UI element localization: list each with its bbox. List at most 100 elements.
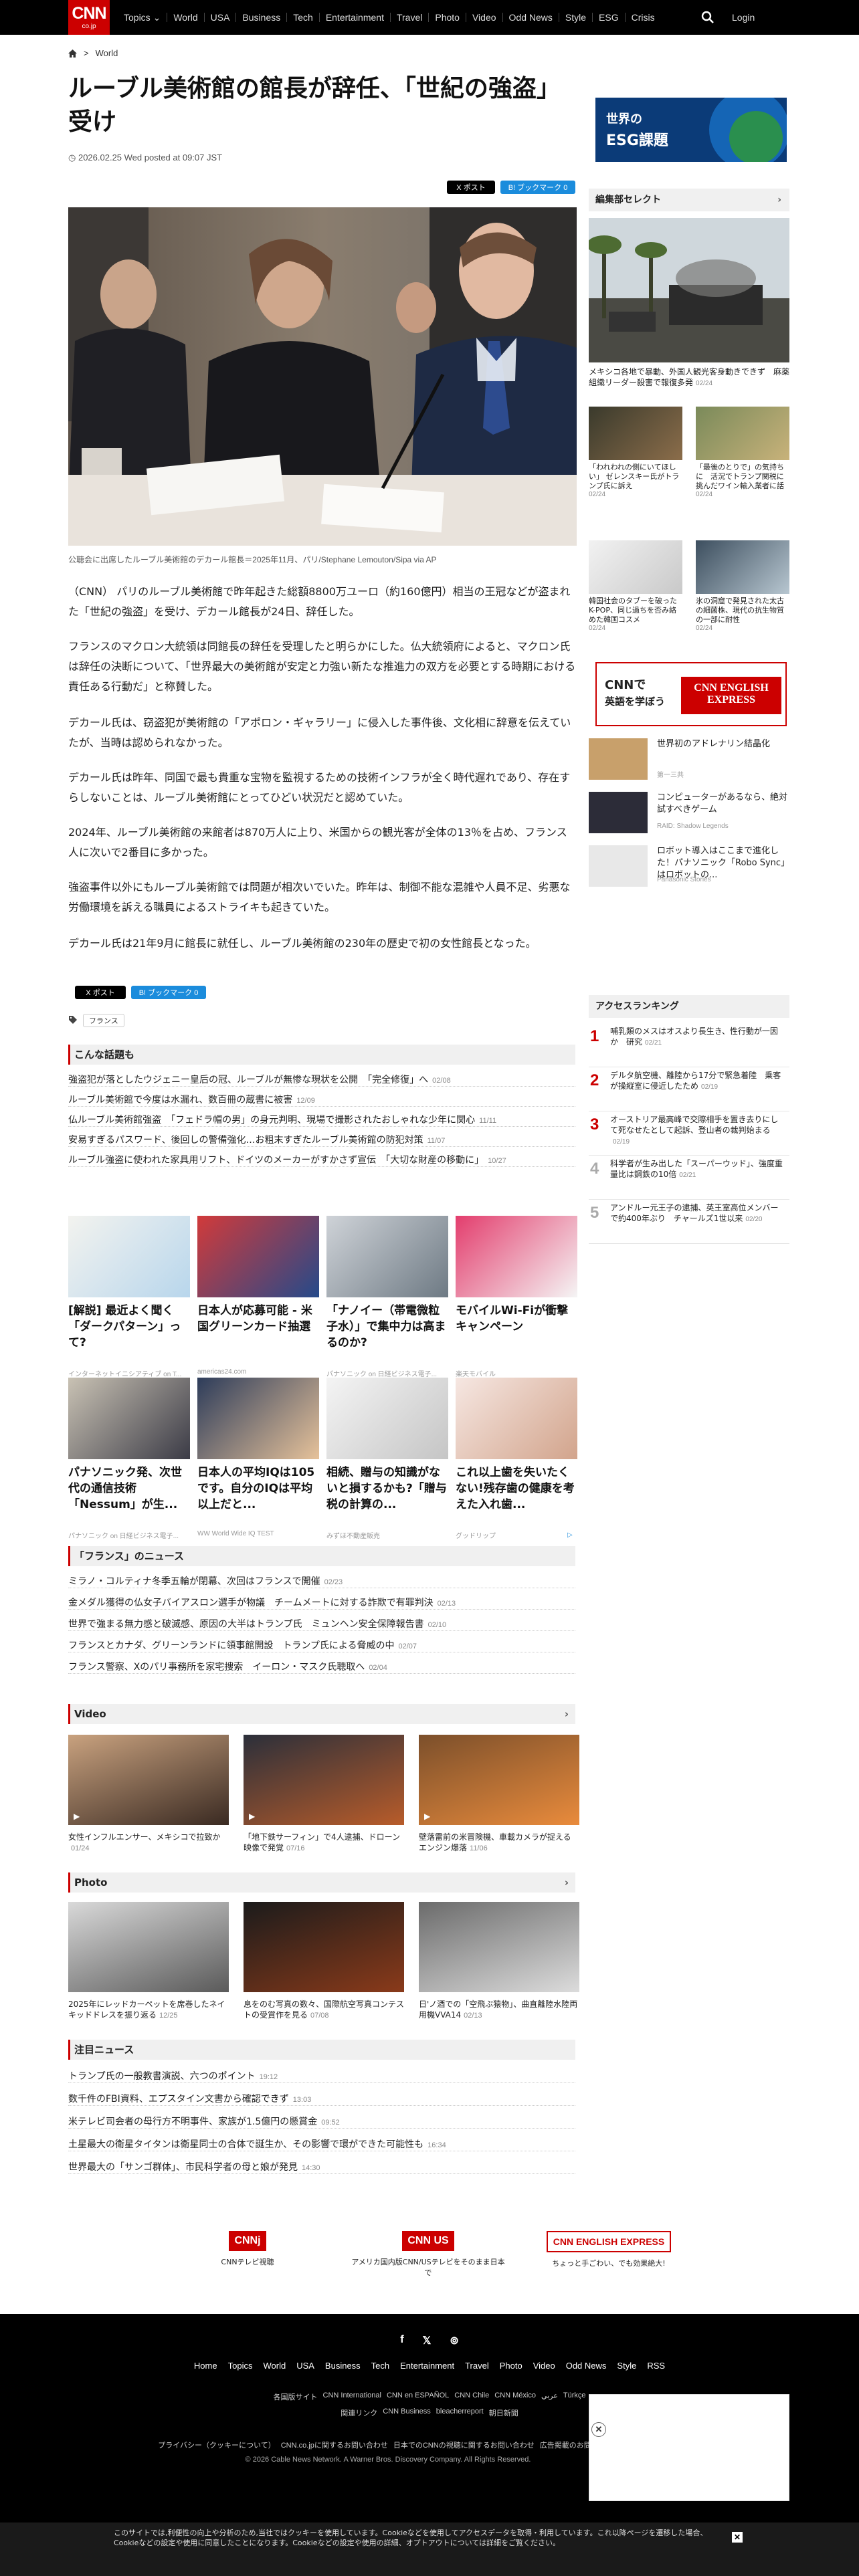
nav-item[interactable]: Tech <box>287 13 320 22</box>
editor-pick[interactable]: 「最後のとりで」の気持ちに 活況でトランプ関税に挑んだワイン輸入業者に話を聞く0… <box>696 407 789 498</box>
footer-nav-item[interactable]: Home <box>194 2361 217 2371</box>
photo-card[interactable]: 2025年にレッドカーペットを席巻したネイキッドドレスを振り返る 12/25 <box>68 1902 229 2020</box>
editor-pick[interactable]: 韓国社会のタブーを破ったK-POP、同じ過ちを否み絡めた韓国コスメ 02/24 <box>589 540 682 632</box>
cnn-logo[interactable]: CNN co.jp <box>68 0 110 35</box>
nav-item[interactable]: Video <box>466 13 503 22</box>
tag-france[interactable]: フランス <box>83 1014 124 1027</box>
sidebar-sponsored[interactable]: 世界初のアドレナリン結晶化 第一三共 <box>589 738 789 780</box>
home-icon[interactable] <box>68 49 77 58</box>
footer-country-link[interactable]: 各国版サイト <box>274 2391 318 2402</box>
footer-country-link[interactable]: CNN International <box>323 2391 381 2402</box>
sponsored-ad-card[interactable]: 日本人が応募可能 - 米国グリーンカード抽選 americas24.com <box>197 1216 319 1376</box>
x-post-button-bottom[interactable]: X ポスト <box>75 986 126 999</box>
cnn-us-promo[interactable]: CNN US アメリカ国内版CNN/USテレビをそのまま日本で <box>348 2231 508 2278</box>
featured-news-link[interactable]: 米テレビ司会者の母行方不明事件、家族が1.5億円の懸賞金 09:52 <box>68 2115 575 2129</box>
english-express-banner[interactable]: CNNで 英語を学ぼう CNN ENGLISH EXPRESS <box>595 662 787 726</box>
nav-item[interactable]: Style <box>559 13 593 22</box>
sponsored-ad-card[interactable]: モバイルWi-Fiが衝撃キャンペーン 楽天モバイル <box>456 1216 577 1378</box>
footer-nav-item[interactable]: Topics <box>228 2361 253 2371</box>
hatena-bookmark-button-bottom[interactable]: B! ブックマーク 0 <box>131 986 206 999</box>
featured-news-link[interactable]: 数千件のFBI資料、エプスタイン文書から確認できず 13:03 <box>68 2092 575 2106</box>
footer-country-link[interactable]: Türkçe <box>563 2391 586 2402</box>
hatena-bookmark-button[interactable]: B! ブックマーク 0 <box>500 181 575 194</box>
footer-nav-item[interactable]: Photo <box>500 2361 522 2371</box>
footer-country-link[interactable]: CNN Chile <box>454 2391 489 2402</box>
facebook-icon[interactable]: f <box>400 2334 403 2347</box>
bottom-ad-slot[interactable] <box>589 2394 789 2501</box>
footer-nav-item[interactable]: Style <box>617 2361 636 2371</box>
ranking-item[interactable]: 1 哺乳類のメスはオスより長生き、性行動が一因か 研究 02/21 <box>589 1023 789 1067</box>
footer-nav-item[interactable]: Business <box>325 2361 361 2371</box>
footer-country-link[interactable]: عربي <box>541 2391 558 2402</box>
rss-icon[interactable]: ⊚ <box>450 2334 458 2347</box>
nav-item[interactable]: USA <box>205 13 237 22</box>
footer-country-link[interactable]: CNN en ESPAÑOL <box>387 2391 449 2402</box>
nav-item[interactable]: Crisis <box>626 13 661 22</box>
footer-nav-item[interactable]: RSS <box>647 2361 665 2371</box>
related-link[interactable]: ルーブル美術館で今度は水漏れ、数百冊の蔵書に被害 12/09 <box>68 1093 575 1107</box>
ranking-item[interactable]: 2 デルタ航空機、離陸から17分で緊急着陸 乗客が操縦室に侵近したため 02/19 <box>589 1067 789 1111</box>
english-express-promo[interactable]: CNN ENGLISH EXPRESS ちょっと手ごわい、でも効果絶大! <box>542 2231 676 2268</box>
footer-nav-item[interactable]: World <box>263 2361 286 2371</box>
ranking-item[interactable]: 3 オーストリア最高峰で交際相手を置き去りにして死なせたとして起訴、登山者の裁判始… <box>589 1111 789 1156</box>
france-news-link[interactable]: フランスとカナダ、グリーンランドに領事館開設 トランプ氏による脅威の中 02/07 <box>68 1638 575 1652</box>
sidebar-sponsored[interactable]: コンピューターがあるなら、絶対試すべきゲーム RAID: Shadow Legen… <box>589 792 789 833</box>
nav-item[interactable]: Photo <box>429 13 466 22</box>
x-post-button[interactable]: X ポスト <box>447 181 495 194</box>
cookie-close-icon[interactable]: ✕ <box>732 2532 743 2543</box>
nav-item[interactable]: ESG <box>593 13 626 22</box>
related-link[interactable]: 仏ルーブル美術館強盗 「フェドラ帽の男」の身元判明、現場で撮影されたおしゃれな少… <box>68 1113 575 1127</box>
ranking-item[interactable]: 5 アンドルー元王子の逮捕、英王室高位メンバーで約400年ぶり チャールズ1世以来… <box>589 1200 789 1244</box>
x-icon[interactable]: 𝕏 <box>423 2334 432 2347</box>
ranking-item[interactable]: 4 科学者が生み出した「スーパーウッド」、強度重量比は鋼鉄の10倍 02/21 <box>589 1156 789 1200</box>
sponsored-ad-card[interactable]: 相続、贈与の知識がないと損するかも?「贈与税の計算の... みずほ不動産販売 <box>326 1378 448 1540</box>
footer-related-link[interactable]: 朝日新聞 <box>489 2407 518 2418</box>
cnnj-promo[interactable]: CNNj CNNテレビ視聴 <box>201 2231 294 2267</box>
sponsored-ad-card[interactable]: [解説] 最近よく聞く「ダークパターン」って? インターネットイニシアティブ on… <box>68 1216 190 1378</box>
nav-item[interactable]: Entertainment <box>320 13 391 22</box>
featured-news-link[interactable]: 世界最大の「サンゴ群体」、市民科学者の母と娘が発見 14:30 <box>68 2160 575 2174</box>
breadcrumb-current[interactable]: World <box>96 48 118 58</box>
video-heading[interactable]: Video › <box>68 1704 575 1724</box>
footer-related-link[interactable]: 関連リンク <box>341 2407 377 2418</box>
footer-nav-item[interactable]: USA <box>296 2361 314 2371</box>
footer-related-link[interactable]: bleacherreport <box>436 2407 484 2418</box>
france-news-link[interactable]: 世界で強まる無力感と破滅感、原因の大半はトランプ氏 ミュンヘン安全保障報告書 02… <box>68 1617 575 1631</box>
search-icon[interactable] <box>700 9 716 25</box>
ad-close-icon[interactable]: ✕ <box>591 2422 606 2437</box>
nav-item[interactable]: Business <box>236 13 288 22</box>
footer-nav-item[interactable]: Video <box>533 2361 555 2371</box>
footer-nav-item[interactable]: Entertainment <box>400 2361 454 2371</box>
nav-item[interactable]: Odd News <box>503 13 559 22</box>
nav-item[interactable]: Travel <box>391 13 430 22</box>
footer-country-link[interactable]: CNN México <box>494 2391 536 2402</box>
photo-card[interactable]: 日'ノ酒での「空飛ぶ猿物」、曲直離陸水陸両用機VVA14 02/13 <box>419 1902 579 2020</box>
video-card[interactable]: ▶ 女性インフルエンサー、メキシコで拉致か 01/24 <box>68 1735 229 1853</box>
photo-heading[interactable]: Photo › <box>68 1872 575 1893</box>
footer-nav-item[interactable]: Travel <box>465 2361 489 2371</box>
featured-news-link[interactable]: 土星最大の衛星タイタンは衛星同士の合体で誕生か、その影響で環ができた可能性も 16… <box>68 2137 575 2151</box>
related-link[interactable]: 強盗犯が落としたウジェニー皇后の冠、ルーブルが無惨な現状を公開 「完全修復」へ 0… <box>68 1073 575 1087</box>
related-link[interactable]: ルーブル強盗に使われた家具用リフト、ドイツのメーカーがすかさず宣伝 「大切な財産… <box>68 1153 575 1167</box>
editor-pick[interactable]: 「われわれの側にいてほしい」 ゼレンスキー氏がトランプ氏に訴え 02/24 <box>589 407 682 498</box>
sponsored-ad-card[interactable]: パナソニック発、次世代の通信技術「Nessum」が生... パナソニック on 日… <box>68 1378 190 1540</box>
nav-item[interactable]: Topics ⌄ <box>118 13 168 22</box>
related-link[interactable]: 安易すぎるパスワード、後回しの警備強化…お粗末すぎたルーブル美術館の防犯対策 11… <box>68 1133 575 1147</box>
sponsored-ad-card[interactable]: 日本人の平均IQは105です。自分のIQは平均以上だと... WW World W… <box>197 1378 319 1537</box>
france-news-link[interactable]: ミラノ・コルティナ冬季五輪が閉幕、次回はフランスで開催 02/23 <box>68 1574 575 1588</box>
sidebar-sponsored[interactable]: ロボット導入はここまで進化した！パナソニック「Robo Sync」はロボットの.… <box>589 845 789 887</box>
footer-nav-item[interactable]: Odd News <box>566 2361 607 2371</box>
editor-select-heading[interactable]: 編集部セレクト › <box>589 189 789 211</box>
sponsored-ad-card[interactable]: 「ナノイー（帯電微粒子水）」で集中力は高まるのか? パナソニック on 日経ビジネ… <box>326 1216 448 1378</box>
footer-nav-item[interactable]: Tech <box>371 2361 389 2371</box>
login-link[interactable]: Login <box>732 12 755 23</box>
footer-legal-link[interactable]: 日本でのCNNの視聴に関するお問い合わせ <box>393 2440 535 2450</box>
footer-related-link[interactable]: CNN Business <box>383 2407 431 2418</box>
france-news-link[interactable]: 金メダル獲得の仏女子バイアスロン選手が物議 チームメートに対する詐欺で有罪判決 0… <box>68 1596 575 1610</box>
footer-legal-link[interactable]: CNN.co.jpに関するお問い合わせ <box>281 2440 388 2450</box>
nav-item[interactable]: World <box>167 13 205 22</box>
footer-legal-link[interactable]: プライバシー（クッキーについて） <box>158 2440 275 2450</box>
editor-pick[interactable]: 氷の洞窟で発見された太古の細菌株、現代の抗生物質の一部に耐性 02/24 <box>696 540 789 632</box>
sponsored-ad-card[interactable]: これ以上歯を失いたくない!残存歯の健康を考えた入れ歯... グッドリップ <box>456 1378 577 1540</box>
editor-main-title[interactable]: メキシコ各地で暴動、外国人観光客身動きできず 麻薬組織リーダー殺害で報復多発 02… <box>589 366 789 388</box>
